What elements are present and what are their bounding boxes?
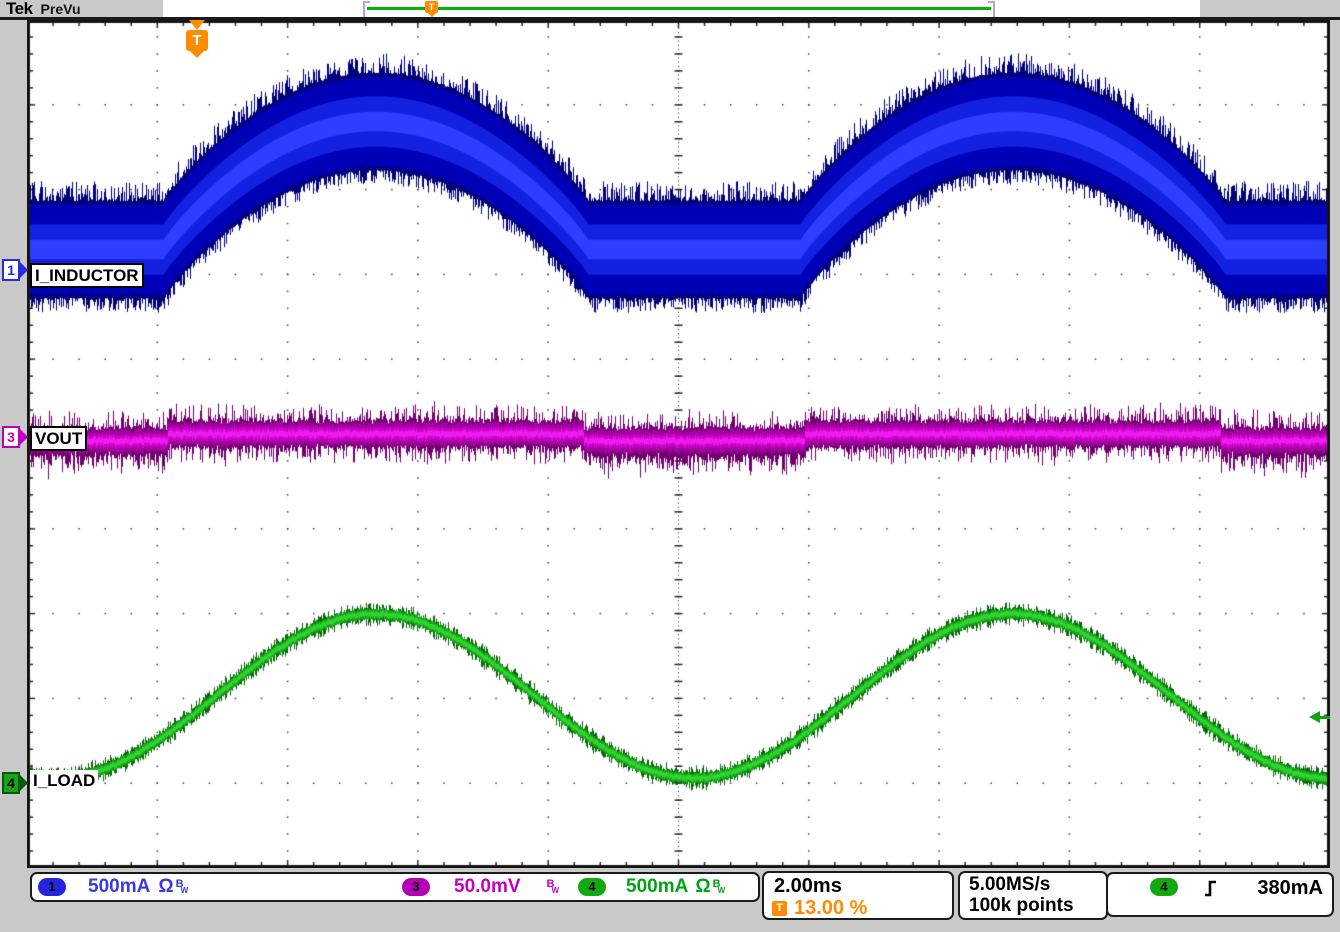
timebase-readout-box[interactable]: 2.00ms T 13.00 % [762,871,954,920]
channel-3-readout[interactable]: 3 50.0mV BW [402,874,559,900]
trigger-readout-box[interactable]: 4 380mA [1106,872,1334,917]
channel-1-scale: 500mA [88,876,150,898]
trigger-point-marker[interactable]: T [185,20,209,58]
vertical-readout-box[interactable]: 1 500mA Ω BW 3 50.0mV BW 4 500mA Ω BW [30,872,760,902]
trigger-position-percent: 13.00 % [794,897,867,920]
top-right-panel [1200,0,1340,17]
channel-3-bandwidth-icon: BW [547,879,560,896]
trigger-t-icon: T [186,30,208,51]
waveform-display [27,20,1330,868]
channel-4-scale: 500mA [626,876,688,898]
timebase-scale: 2.00ms [774,875,842,898]
channel-4-readout[interactable]: 4 500mA Ω BW [578,874,725,900]
channel-4-ground-marker[interactable]: 4 [2,772,28,794]
trigger-level-value: 380mA [1257,877,1323,900]
sample-rate: 5.00MS/s [969,874,1050,896]
channel-1-coupling-ohm: Ω [158,876,173,898]
channel-3-scale: 50.0mV [454,876,521,898]
channel-4-bandwidth-icon: BW [713,879,726,896]
oscilloscope-screen: { "header": { "brand": "Tek", "mode": "P… [0,0,1340,932]
channel-4-badge: 4 [578,878,606,896]
channel-1-badge: 1 [38,878,66,896]
trigger-position-icon: T [772,901,787,916]
record-position-bar[interactable]: T [363,1,995,15]
trigger-level-arrow-icon[interactable] [1309,711,1330,723]
trace-label-ch3: VOUT [30,426,87,451]
channel-3-badge: 3 [402,878,430,896]
rising-edge-icon [1202,879,1220,899]
record-view-line [367,7,991,10]
trace-label-ch4: I_LOAD [30,770,98,791]
trigger-source-badge: 4 [1150,878,1178,896]
record-length: 100k points [969,895,1074,917]
channel-3-ground-marker[interactable]: 3 [2,426,28,448]
channel-4-coupling-ohm: Ω [695,876,710,898]
trigger-down-arrow-icon [189,20,205,30]
acquisition-mode-label: PreVu [41,1,81,17]
trace-label-ch1: I_INDUCTOR [30,263,144,288]
trigger-position-marker-icon[interactable]: T [425,1,438,13]
acquisition-readout-box[interactable]: 5.00MS/s 100k points [958,871,1108,920]
channel-1-ground-marker[interactable]: 1 [2,259,28,281]
channel-1-bandwidth-icon: BW [176,879,189,896]
channel-1-readout[interactable]: 1 500mA Ω BW [38,874,188,900]
trigger-tag-tip [190,51,204,58]
brand-box: Tek PreVu [0,0,163,17]
tek-logo: Tek [6,0,33,19]
